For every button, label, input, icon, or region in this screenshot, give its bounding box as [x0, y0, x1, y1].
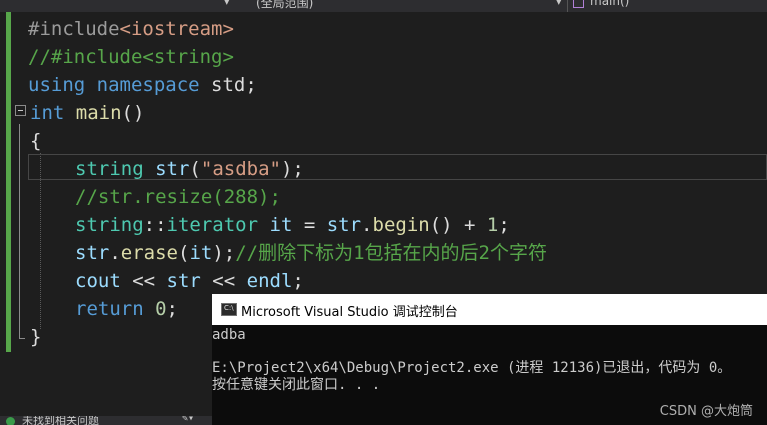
code-line-7[interactable]: //str.resize(288);: [75, 183, 281, 211]
code-comment: //#include<string>: [28, 46, 234, 68]
console-output-line: 按任意键关闭此窗口. . .: [212, 377, 381, 393]
code-line-5[interactable]: {: [30, 127, 41, 155]
code-text: ;: [498, 214, 510, 236]
function-name: begin: [372, 214, 430, 236]
change-tracking-bar: [6, 12, 11, 352]
code-text: std;: [199, 74, 257, 96]
code-line-8[interactable]: string::iterator it = str.begin() + 1;: [75, 211, 510, 239]
code-text: ::: [143, 214, 167, 236]
code-text: (): [121, 102, 145, 124]
code-text: ;: [166, 298, 178, 320]
code-text: .: [361, 214, 373, 236]
console-icon: C:\: [221, 303, 237, 316]
function-name: erase: [120, 242, 178, 264]
outline-line-end: [19, 338, 25, 339]
variable-name: endl: [246, 270, 293, 292]
function-cube-icon: [573, 0, 584, 8]
code-text: );: [212, 242, 236, 264]
code-text: (: [189, 158, 201, 180]
code-line-4[interactable]: int main(): [30, 99, 144, 127]
code-line-11[interactable]: return 0;: [75, 295, 178, 323]
code-text: {: [30, 130, 42, 152]
variable-name: cout: [75, 270, 121, 292]
dropdown-arrow-icon[interactable]: ▾: [224, 0, 230, 8]
keyword: return: [75, 298, 144, 320]
code-line-6[interactable]: string str("asdba");: [75, 155, 304, 183]
code-line-2[interactable]: //#include<string>: [28, 43, 234, 71]
variable-name: str: [155, 158, 190, 180]
keyword: namespace: [96, 74, 200, 96]
console-icon-label: C:\: [224, 304, 234, 312]
type-name: iterator: [166, 214, 259, 236]
scope-dropdown[interactable]: (全局范围): [256, 0, 313, 11]
number-literal: 0: [155, 298, 167, 320]
code-text: ;: [292, 270, 304, 292]
type-name: string: [75, 214, 144, 236]
code-comment: //str.resize(288);: [75, 186, 281, 208]
keyword: int: [30, 102, 65, 124]
preprocessor-directive: #include: [28, 18, 120, 40]
console-title: Microsoft Visual Studio 调试控制台: [241, 305, 458, 320]
console-output-line: E:\Project2\x64\Debug\Project2.exe (进程 1…: [212, 360, 732, 376]
debug-console-window[interactable]: C:\ Microsoft Visual Studio 调试控制台 adba E…: [212, 294, 767, 425]
brush-icon[interactable]: ✎▾: [182, 416, 194, 424]
watermark: CSDN @大炮筒: [659, 404, 753, 419]
code-text: <<: [200, 270, 247, 292]
dropdown-arrow-icon[interactable]: ▾: [556, 0, 562, 8]
status-bar: 未找到相关问题 ✎▾: [0, 416, 212, 425]
variable-name: str: [166, 270, 201, 292]
variable-name: str: [75, 242, 110, 264]
code-line-10[interactable]: cout << str << endl;: [75, 267, 304, 295]
variable-name: str: [326, 214, 362, 236]
code-text: (: [177, 242, 190, 264]
status-message: 未找到相关问题: [22, 416, 99, 425]
code-text: () +: [429, 214, 487, 236]
variable-name: it: [269, 214, 293, 236]
code-text: .: [109, 242, 121, 264]
code-line-12[interactable]: }: [30, 323, 41, 351]
outline-line: [19, 124, 20, 339]
no-issues-icon: [6, 417, 15, 425]
console-title-bar[interactable]: C:\ Microsoft Visual Studio 调试控制台: [212, 294, 767, 325]
code-line-1[interactable]: #include<iostream>: [28, 15, 234, 43]
string-literal: "asdba": [200, 158, 281, 180]
variable-name: it: [189, 242, 213, 264]
code-line-3[interactable]: using namespace std;: [28, 71, 257, 99]
type-name: string: [75, 158, 144, 180]
code-text: <<: [120, 270, 167, 292]
console-output[interactable]: adba E:\Project2\x64\Debug\Project2.exe …: [212, 325, 767, 425]
collapse-toggle-icon[interactable]: [15, 105, 26, 116]
console-output-line: adba: [212, 327, 246, 343]
keyword: using: [28, 74, 86, 96]
code-text: );: [280, 158, 304, 180]
function-dropdown[interactable]: main(): [590, 0, 629, 8]
include-header: <iostream>: [119, 18, 234, 40]
code-comment: //删除下标为1包括在内的后2个字符: [235, 242, 547, 264]
number-literal: 1: [486, 214, 499, 236]
code-text: }: [30, 326, 42, 348]
code-line-9[interactable]: str.erase(it);//删除下标为1包括在内的后2个字符: [75, 239, 547, 267]
navigation-bar: ▾ (全局范围) ▾ main(): [0, 0, 767, 12]
function-name: main: [75, 102, 122, 124]
divider: [567, 0, 568, 12]
code-text: =: [292, 214, 327, 236]
